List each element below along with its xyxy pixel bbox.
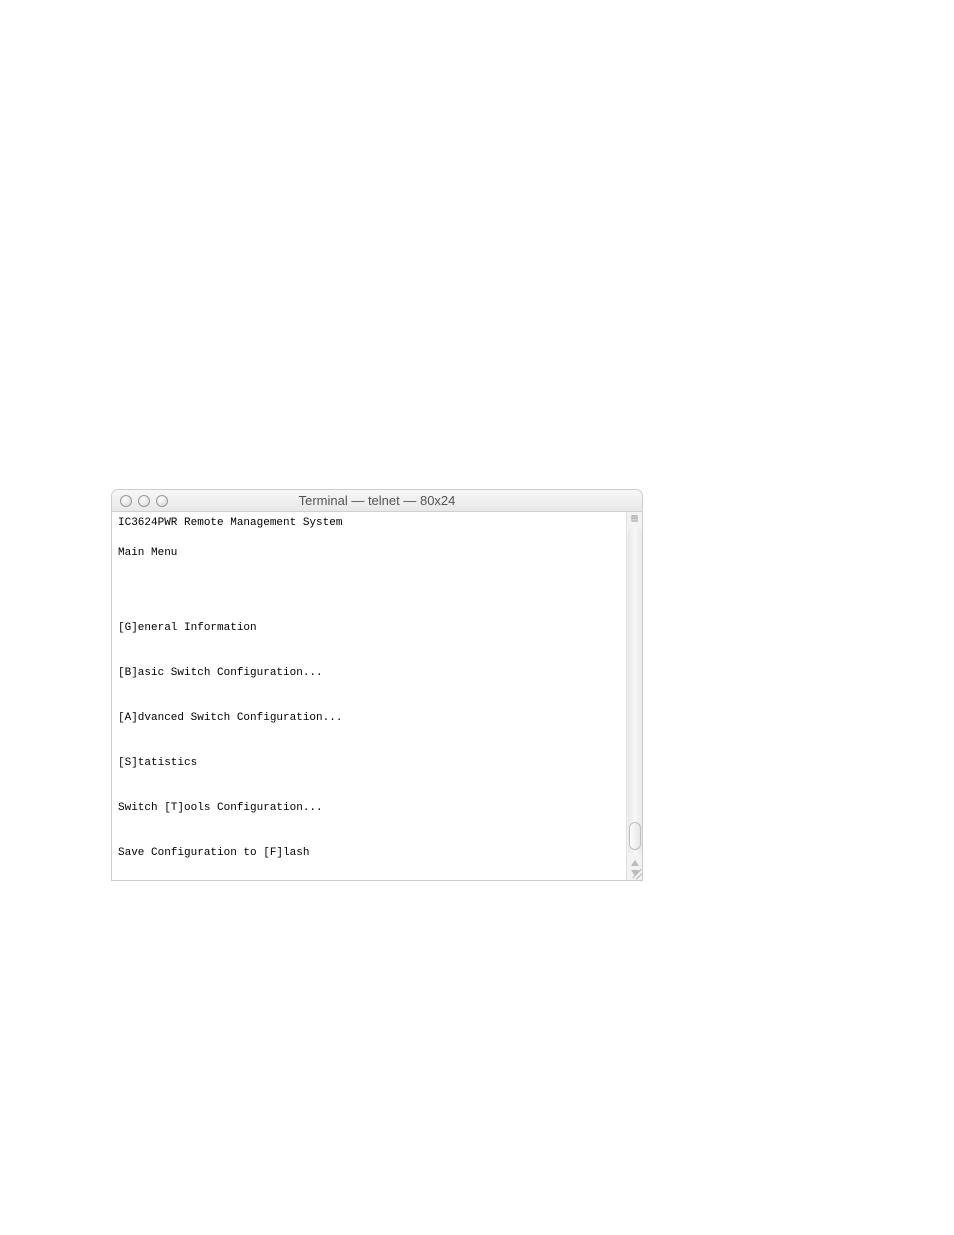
scroll-up-icon[interactable]	[631, 860, 639, 866]
menu-item-basic: [B]asic Switch Configuration...	[118, 666, 620, 681]
minimize-button[interactable]	[138, 495, 150, 507]
vertical-scrollbar[interactable]: ▤	[626, 512, 642, 880]
resize-grip-icon[interactable]	[629, 867, 641, 879]
menu-item-statistics: [S]tatistics	[118, 756, 620, 771]
menu-item-general: [G]eneral Information	[118, 621, 620, 636]
menu-item-advanced: [A]dvanced Switch Configuration...	[118, 711, 620, 726]
traffic-lights	[120, 495, 168, 507]
menu-block: [G]eneral Information [B]asic Switch Con…	[118, 591, 620, 880]
titlebar: Terminal — telnet — 80x24	[112, 490, 642, 512]
system-title: IC3624PWR Remote Management System	[118, 516, 620, 531]
scroll-thumb[interactable]	[629, 822, 641, 850]
terminal-content[interactable]: IC3624PWR Remote Management System Main …	[112, 512, 626, 880]
zoom-button[interactable]	[156, 495, 168, 507]
menu-heading: Main Menu	[118, 546, 620, 561]
menu-item-save: Save Configuration to [F]lash	[118, 846, 620, 861]
terminal-body: IC3624PWR Remote Management System Main …	[112, 512, 642, 880]
menu-item-tools: Switch [T]ools Configuration...	[118, 801, 620, 816]
close-button[interactable]	[120, 495, 132, 507]
terminal-window: Terminal — telnet — 80x24 IC3624PWR Remo…	[112, 490, 642, 880]
scroll-lock-icon: ▤	[630, 515, 640, 525]
window-title: Terminal — telnet — 80x24	[299, 493, 456, 508]
scroll-track[interactable]	[628, 527, 642, 856]
